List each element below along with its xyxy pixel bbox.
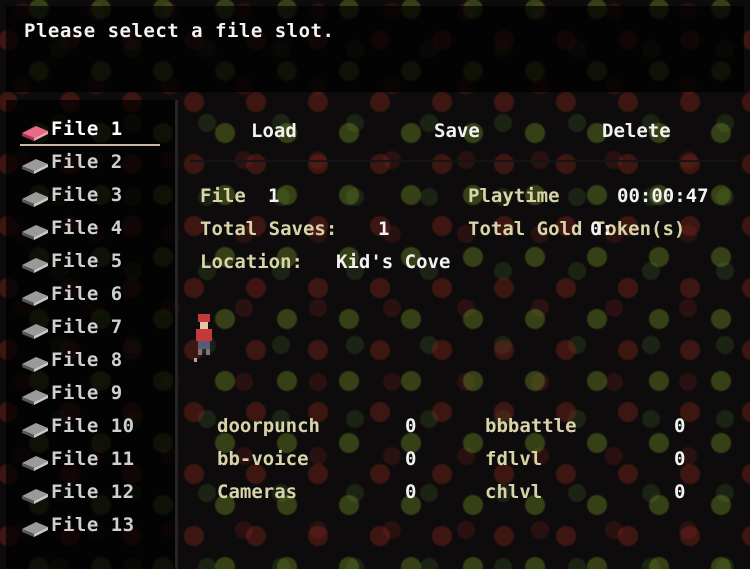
playtime-value: 00:00:47 — [617, 185, 709, 207]
location-value: Kid's Cove — [336, 251, 451, 273]
file-label: File 13 — [51, 514, 135, 536]
menu-divider — [190, 160, 738, 162]
location-label: Location: — [200, 251, 303, 273]
file-slot-2[interactable]: File 2 — [18, 151, 168, 181]
stat-name: fdlvl — [485, 448, 543, 470]
file-label: File 4 — [51, 217, 123, 239]
stat-value: 0 — [674, 415, 686, 437]
file-slot-8[interactable]: File 8 — [18, 349, 168, 379]
file-label: File 9 — [51, 382, 123, 404]
total-saves-value: 1 — [378, 218, 390, 240]
book-icon — [22, 192, 48, 207]
selection-underline — [20, 144, 160, 146]
load-button[interactable]: Load — [251, 120, 297, 142]
file-slot-5[interactable]: File 5 — [18, 250, 168, 280]
file-label: File — [200, 185, 246, 207]
stat-value: 0 — [405, 448, 417, 470]
stat-name: chlvl — [485, 481, 543, 503]
total-saves-label: Total Saves: — [200, 218, 338, 240]
total-gold-value: 0: — [590, 218, 613, 240]
total-gold-label: Total Gold Token(s) — [468, 218, 686, 240]
prompt-panel — [6, 6, 744, 92]
file-slot-11[interactable]: File 11 — [18, 448, 168, 478]
stat-name: Cameras — [217, 481, 298, 503]
file-label: File 12 — [51, 481, 135, 503]
book-icon — [22, 423, 48, 438]
file-label: File 7 — [51, 316, 123, 338]
book-icon — [22, 456, 48, 471]
file-label: File 5 — [51, 250, 123, 272]
file-slot-9[interactable]: File 9 — [18, 382, 168, 412]
delete-button[interactable]: Delete — [602, 120, 671, 142]
file-label: File 3 — [51, 184, 123, 206]
file-label: File 11 — [51, 448, 135, 470]
stat-value: 0 — [405, 415, 417, 437]
book-icon — [22, 489, 48, 504]
file-slot-3[interactable]: File 3 — [18, 184, 168, 214]
book-icon — [22, 291, 48, 306]
file-slot-13[interactable]: File 13 — [18, 514, 168, 544]
file-slot-10[interactable]: File 10 — [18, 415, 168, 445]
file-slot-6[interactable]: File 6 — [18, 283, 168, 313]
file-number: 1 — [268, 185, 280, 207]
file-label: File 8 — [51, 349, 123, 371]
file-slot-4[interactable]: File 4 — [18, 217, 168, 247]
stat-name: bb-voice — [217, 448, 309, 470]
character-sprite — [194, 314, 212, 362]
file-label: File 10 — [51, 415, 135, 437]
stat-name: doorpunch — [217, 415, 320, 437]
file-slot-12[interactable]: File 12 — [18, 481, 168, 511]
selected-book-icon — [22, 126, 48, 141]
book-icon — [22, 258, 48, 273]
book-icon — [22, 324, 48, 339]
file-slot-7[interactable]: File 7 — [18, 316, 168, 346]
stat-name: bbbattle — [485, 415, 577, 437]
stat-value: 0 — [405, 481, 417, 503]
playtime-label: Playtime — [468, 185, 560, 207]
book-icon — [22, 522, 48, 537]
book-icon — [22, 225, 48, 240]
book-icon — [22, 159, 48, 174]
prompt-text: Please select a file slot. — [24, 20, 335, 42]
book-icon — [22, 357, 48, 372]
file-label: File 2 — [51, 151, 123, 173]
file-label: File 6 — [51, 283, 123, 305]
book-icon — [22, 390, 48, 405]
stat-value: 0 — [674, 448, 686, 470]
save-button[interactable]: Save — [434, 120, 480, 142]
stat-value: 0 — [674, 481, 686, 503]
file-label: File 1 — [51, 118, 123, 140]
